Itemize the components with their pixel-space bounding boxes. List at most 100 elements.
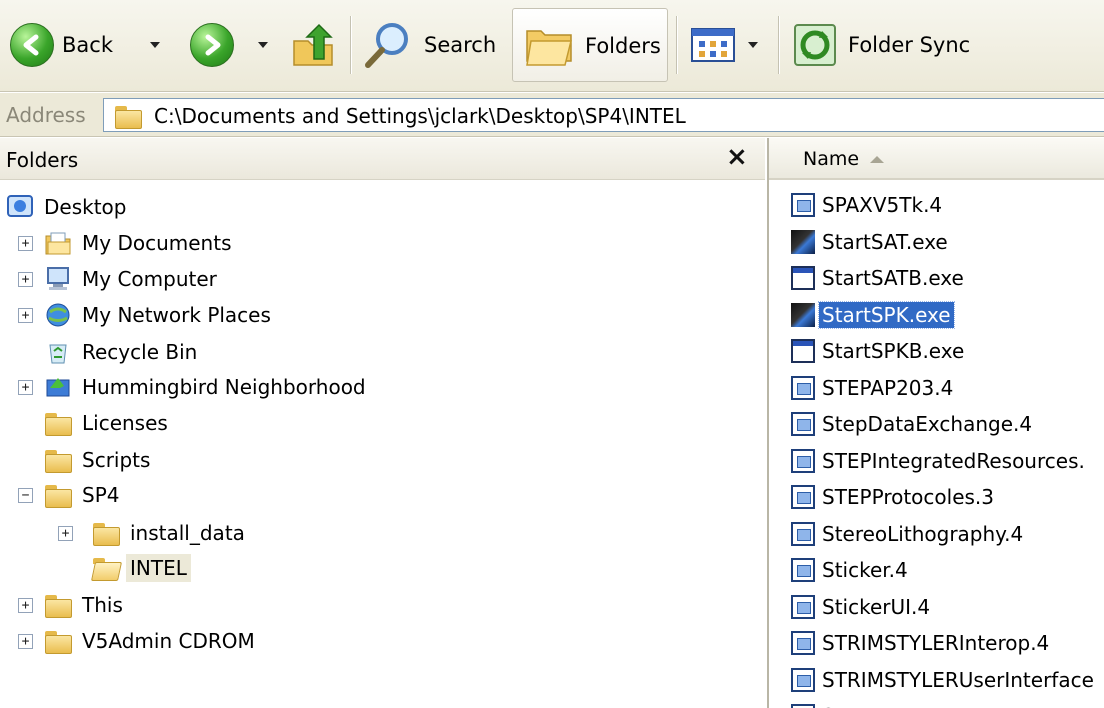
- expand-node-icon[interactable]: +: [18, 380, 33, 395]
- tree-item[interactable]: My Network Places: [44, 298, 275, 332]
- file-name: STEPIntegratedResources.: [822, 448, 1085, 473]
- catia-file-icon: [791, 704, 815, 708]
- toolbar-separator: [778, 16, 780, 74]
- file-name: StartSPKB.exe: [822, 339, 965, 363]
- file-row[interactable]: StartSATB.exe: [791, 261, 967, 295]
- views-icon: [691, 28, 735, 62]
- address-bar: Address C:\Documents and Settings\jclark…: [0, 93, 1104, 137]
- file-name: Sticker.4: [822, 558, 908, 582]
- file-name: Structure.4: [819, 703, 937, 708]
- folder-icon: [44, 447, 72, 473]
- tree-item-label: My Computer: [82, 267, 217, 291]
- file-name: StartSATB.exe: [822, 266, 964, 290]
- chevron-down-icon: [150, 42, 160, 48]
- file-name: STEPProtocoles.3: [822, 485, 995, 509]
- tree-item[interactable]: My Computer: [44, 262, 221, 296]
- folders-button[interactable]: Folders: [512, 8, 668, 82]
- forward-history-dropdown[interactable]: [258, 10, 268, 80]
- folder-icon: [92, 520, 120, 546]
- folders-pane: Folders × Desktop + My Documents + My Comput…: [0, 138, 765, 708]
- tree-item[interactable]: install_data: [92, 516, 249, 550]
- tree-item[interactable]: Scripts: [44, 443, 154, 477]
- application-exe-icon: [791, 302, 815, 327]
- recycle-bin-icon: [44, 339, 72, 365]
- file-row[interactable]: StartSAT.exe: [791, 225, 951, 259]
- file-name: StereoLithography.4: [822, 521, 1024, 546]
- collapse-node-icon[interactable]: −: [18, 488, 33, 503]
- tree-item-label: My Network Places: [82, 303, 271, 327]
- tree-item[interactable]: Desktop: [6, 190, 130, 224]
- views-button[interactable]: [690, 10, 736, 80]
- file-name: StepDataExchange.4: [822, 412, 1033, 436]
- file-row[interactable]: StartSPK.exe: [791, 298, 955, 332]
- file-row[interactable]: StartSPKB.exe: [791, 334, 967, 368]
- forward-button[interactable]: [190, 10, 234, 80]
- tree-item-label: This: [82, 593, 123, 617]
- chevron-down-icon: [258, 42, 268, 48]
- file-row[interactable]: StickerUI.4: [791, 590, 933, 624]
- tree-item[interactable]: My Documents: [44, 226, 235, 260]
- expand-node-icon[interactable]: +: [18, 308, 33, 323]
- address-input[interactable]: C:\Documents and Settings\jclark\Desktop…: [103, 98, 1104, 132]
- file-name: StartSAT.exe: [822, 229, 948, 254]
- folder-icon: [44, 410, 72, 436]
- back-button[interactable]: Back: [10, 10, 113, 80]
- folders-label: Folders: [585, 34, 661, 58]
- file-name: STEPAP203.4: [822, 375, 954, 400]
- catia-file-icon: [791, 521, 815, 546]
- up-folder-button[interactable]: [290, 10, 338, 80]
- catia-file-icon: [791, 375, 815, 400]
- up-folder-icon: [293, 23, 333, 66]
- my-documents-icon: [44, 230, 72, 256]
- file-row[interactable]: STRIMSTYLERInterop.4: [791, 626, 1052, 660]
- column-header-name[interactable]: Name: [769, 138, 1104, 180]
- search-button[interactable]: Search: [362, 10, 496, 80]
- folders-pane-title: Folders: [6, 148, 79, 172]
- tree-item[interactable]: V5Admin CDROM: [44, 624, 259, 658]
- tree-item-label: Recycle Bin: [82, 340, 198, 364]
- expand-node-icon[interactable]: +: [18, 272, 33, 287]
- tree-item[interactable]: SP4: [44, 478, 123, 512]
- file-row[interactable]: STEPAP203.4: [791, 371, 956, 405]
- toolbar-separator: [350, 16, 352, 74]
- folder-open-icon: [92, 555, 120, 581]
- file-row[interactable]: STRIMSTYLERUserInterface: [791, 663, 1097, 697]
- application-window-icon: [791, 266, 815, 290]
- tree-item-label: INTEL: [126, 554, 191, 582]
- search-icon: [365, 23, 408, 68]
- hummingbird-icon: [44, 374, 72, 400]
- file-row[interactable]: StepDataExchange.4: [791, 407, 1035, 441]
- tree-item[interactable]: This: [44, 588, 127, 622]
- folder-icon: [44, 482, 72, 508]
- file-row[interactable]: STEPProtocoles.3: [791, 480, 997, 514]
- file-row[interactable]: Sticker.4: [791, 553, 911, 587]
- tree-item[interactable]: INTEL: [92, 551, 191, 585]
- back-history-dropdown[interactable]: [150, 10, 160, 80]
- tree-item-label: Licenses: [82, 411, 168, 435]
- file-row[interactable]: STEPIntegratedResources.: [791, 444, 1088, 478]
- tree-item[interactable]: Hummingbird Neighborhood: [44, 370, 370, 404]
- folder-icon: [44, 592, 72, 618]
- expand-node-icon[interactable]: +: [18, 634, 33, 649]
- search-label: Search: [424, 33, 497, 57]
- close-icon[interactable]: ×: [726, 142, 748, 172]
- tree-item-label: My Documents: [82, 231, 232, 255]
- file-row[interactable]: StereoLithography.4: [791, 517, 1026, 551]
- catia-file-icon: [791, 485, 815, 509]
- catia-file-icon: [791, 631, 815, 655]
- expand-node-icon[interactable]: +: [18, 598, 33, 613]
- tree-item-label: SP4: [82, 483, 120, 507]
- folders-icon: [526, 30, 572, 66]
- tree-item-label: install_data: [130, 521, 245, 545]
- file-name: STRIMSTYLERInterop.4: [822, 631, 1050, 655]
- expand-node-icon[interactable]: +: [18, 236, 33, 251]
- views-dropdown[interactable]: [748, 10, 758, 80]
- folder-sync-button[interactable]: Folder Sync: [792, 10, 970, 80]
- file-row[interactable]: SPAXV5Tk.4: [791, 188, 945, 222]
- tree-item-label: Hummingbird Neighborhood: [82, 375, 366, 399]
- tree-item[interactable]: Licenses: [44, 406, 172, 440]
- tree-item[interactable]: Recycle Bin: [44, 335, 201, 369]
- file-row[interactable]: Structure.4: [791, 699, 937, 708]
- tree-item-label: Scripts: [82, 448, 151, 472]
- expand-node-icon[interactable]: +: [58, 526, 73, 541]
